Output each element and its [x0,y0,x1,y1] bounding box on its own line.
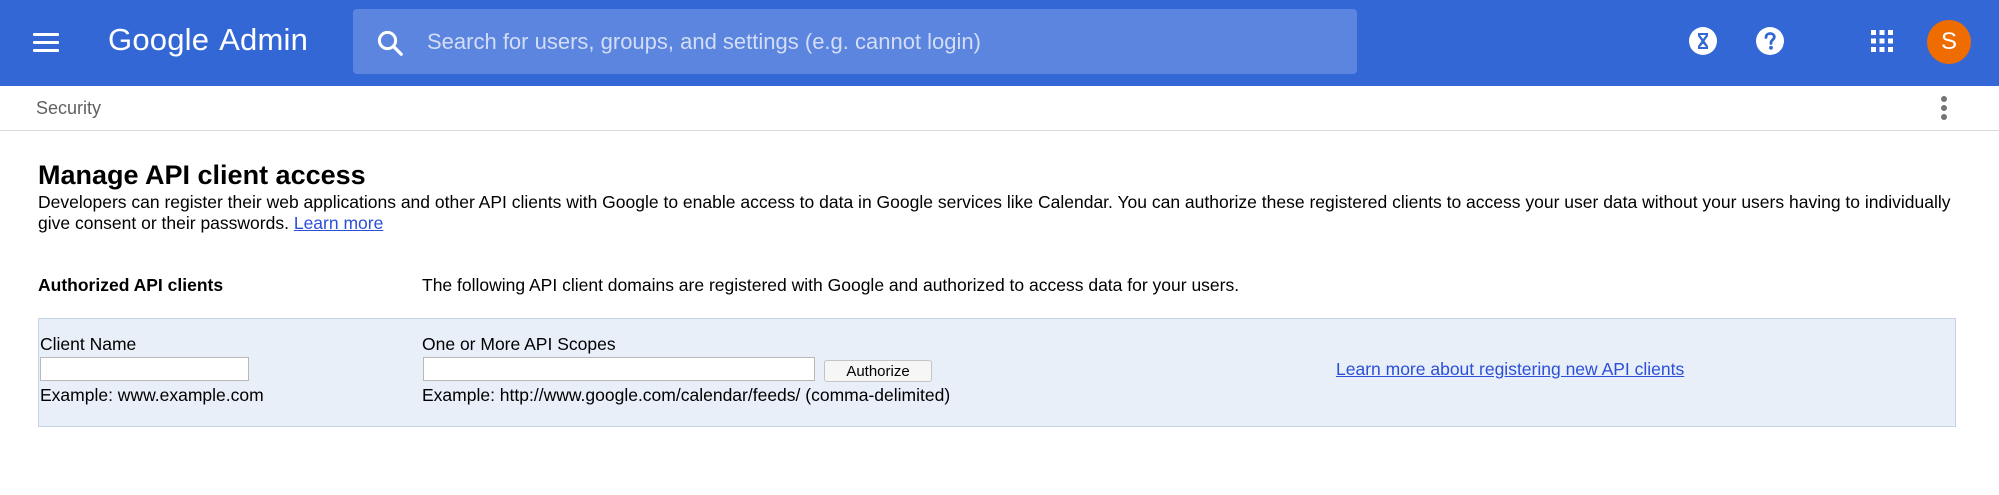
more-vert-icon[interactable] [1932,92,1956,124]
page-description: Developers can register their web applic… [38,192,1958,234]
brand-google-text: Google [108,22,210,57]
search-input[interactable] [427,9,1327,74]
authorize-button[interactable]: Authorize [824,360,932,382]
help-icon[interactable] [1754,25,1786,57]
client-name-example: Example: www.example.com [40,385,264,405]
learn-register-link[interactable]: Learn more about registering new API cli… [1336,359,1684,380]
client-name-field[interactable] [40,357,249,381]
breadcrumb-security[interactable]: Security [36,98,101,119]
client-name-label: Client Name [40,334,137,354]
api-scopes-label: One or More API Scopes [422,334,616,354]
menu-icon[interactable] [28,27,64,59]
brand-admin-text: Admin [219,22,309,57]
search-icon [377,30,403,56]
hourglass-icon[interactable] [1687,25,1719,57]
api-scopes-example: Example: http://www.google.com/calendar/… [422,385,951,405]
avatar[interactable]: S [1927,20,1971,64]
section-label: Authorized API clients [38,275,224,295]
section-description: The following API client domains are reg… [422,275,1240,295]
search-box[interactable] [353,9,1357,74]
breadcrumb: Security [0,86,1999,131]
api-scopes-field[interactable] [423,357,815,381]
app-brand[interactable]: Google Admin [108,22,308,58]
apps-grid-icon[interactable] [1866,25,1898,57]
learn-more-link[interactable]: Learn more [294,213,384,233]
page-title: Manage API client access [38,160,366,190]
top-app-bar: Google Admin S [0,0,1999,86]
